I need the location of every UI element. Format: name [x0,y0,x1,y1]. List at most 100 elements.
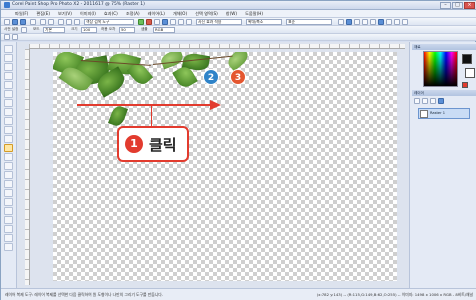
dropper-tool-icon[interactable] [4,108,13,116]
palette-toggle-icon[interactable] [346,19,352,25]
image-canvas[interactable] [53,52,397,281]
menu-file[interactable]: 파일(F) [15,11,28,17]
standard-toolbar: 색상 검색 도구 사진 효과 적용 확대/축소 표준 [1,18,476,26]
crop-icon[interactable] [154,19,160,25]
undo-icon[interactable] [40,19,46,25]
status-info: (x:782 y:143) -- (R:115,G:149,B:62,O:255… [316,292,473,297]
new-file-icon[interactable] [4,19,10,25]
mirror-icon[interactable] [186,19,192,25]
picture-tube-tool-icon[interactable] [4,207,13,215]
photo-fix-icon[interactable] [138,19,144,25]
redo-icon[interactable] [48,19,54,25]
rotate-icon[interactable] [170,19,176,25]
copy-icon[interactable] [66,19,72,25]
delete-layer-icon[interactable] [430,98,436,104]
eraser-tool-icon[interactable] [4,180,13,188]
leaf [108,104,128,128]
print-icon[interactable] [30,19,36,25]
secondary-toolbar [1,34,476,41]
pan-icon[interactable] [4,34,10,40]
scratch-remover-tool-icon[interactable] [4,144,13,152]
menu-adjust[interactable]: 조정(A) [126,11,140,17]
right-panels: 재료 레이어 Raster 1 [409,42,476,288]
preset-picker-icon[interactable] [21,27,27,33]
texture-swatch[interactable] [462,82,468,88]
sample-label: 샘플 [141,27,148,31]
duplicate-layer-icon[interactable] [422,98,428,104]
deform-tool-icon[interactable] [4,63,13,71]
histogram-icon[interactable] [378,19,384,25]
open-file-icon[interactable] [12,19,18,25]
tolerance-field[interactable]: 50 [119,27,135,33]
menu-selections[interactable]: 선택 영역(S) [195,11,218,17]
menu-layers[interactable]: 레이어(L) [148,11,165,17]
size-field[interactable]: 100 [81,27,97,33]
layer-row[interactable]: Raster 1 [418,108,470,119]
layer-thumbnail [420,110,428,118]
clone-tool-icon[interactable] [4,135,13,143]
warp-brush-tool-icon[interactable] [4,243,13,251]
guides-icon[interactable] [370,19,376,25]
menu-window[interactable]: 창(W) [226,11,237,17]
close-icon[interactable]: × [464,2,475,9]
tools-palette [1,42,17,288]
stop-script-icon[interactable] [402,19,408,25]
menu-help[interactable]: 도움말(H) [245,11,263,17]
color-palette[interactable] [423,51,458,87]
zoom-dropdown[interactable]: 확대/축소 [246,19,282,25]
vertical-ruler [25,49,30,285]
effect-dropdown[interactable]: 사진 효과 적용 [196,19,242,25]
lasso-tool-icon[interactable] [4,99,13,107]
zoom-tool-icon[interactable] [4,54,13,62]
layers-panel-title: 레이어 [412,90,476,96]
cut-icon[interactable] [58,19,64,25]
airbrush-tool-icon[interactable] [4,162,13,170]
mode-dropdown[interactable]: 색상 검색 도구 [84,19,134,25]
color-changer-tool-icon[interactable] [4,198,13,206]
resize-icon[interactable] [162,19,168,25]
lighten-darken-tool-icon[interactable] [4,171,13,179]
view-dropdown[interactable]: 표준 [286,19,332,25]
flip-icon[interactable] [178,19,184,25]
background-swatch[interactable] [465,68,475,78]
drag-arrow-head [210,100,221,110]
menu-edit[interactable]: 편집(E) [36,11,50,17]
script-icon[interactable] [386,19,392,25]
layer-properties-icon[interactable] [438,98,444,104]
app-icon [4,2,10,8]
pen-tool-icon[interactable] [4,234,13,242]
fullscreen-icon[interactable] [338,19,344,25]
move-tool-icon[interactable] [4,81,13,89]
mode-select[interactable]: 기본 [43,27,65,33]
paste-icon[interactable] [74,19,80,25]
new-layer-icon[interactable] [414,98,420,104]
paint-brush-tool-icon[interactable] [4,153,13,161]
pan-tool-icon[interactable] [4,45,13,53]
preset-shape-tool-icon[interactable] [4,225,13,233]
foreground-swatch[interactable] [462,54,472,64]
menu-bar: 파일(F) 편집(E) 보기(V) 이미지(I) 효과(C) 조정(A) 레이어… [1,10,476,18]
grid-icon[interactable] [354,19,360,25]
red-eye-tool-icon[interactable] [4,117,13,125]
ruler-icon[interactable] [362,19,368,25]
red-eye-icon[interactable] [146,19,152,25]
step1-number: 1 [125,135,143,153]
makeover-tool-icon[interactable] [4,126,13,134]
menu-view[interactable]: 보기(V) [58,11,72,17]
step1-label: 클릭 [149,135,177,154]
save-icon[interactable] [20,19,26,25]
minimize-icon[interactable]: – [440,2,451,9]
menu-objects[interactable]: 개체(O) [173,11,187,17]
sample-select[interactable]: RGB [153,27,175,33]
zoom-icon[interactable] [12,34,18,40]
maximize-icon[interactable]: □ [452,2,463,9]
menu-image[interactable]: 이미지(I) [80,11,96,17]
selection-tool-icon[interactable] [4,90,13,98]
window-title: Corel Paint Shop Pro Photo X2 - 2011617 … [12,2,145,7]
window-controls: – □ × [440,2,475,9]
flood-fill-tool-icon[interactable] [4,189,13,197]
menu-effects[interactable]: 효과(C) [104,11,118,17]
run-script-icon[interactable] [394,19,400,25]
crop-tool-icon[interactable] [4,72,13,80]
text-tool-icon[interactable] [4,216,13,224]
